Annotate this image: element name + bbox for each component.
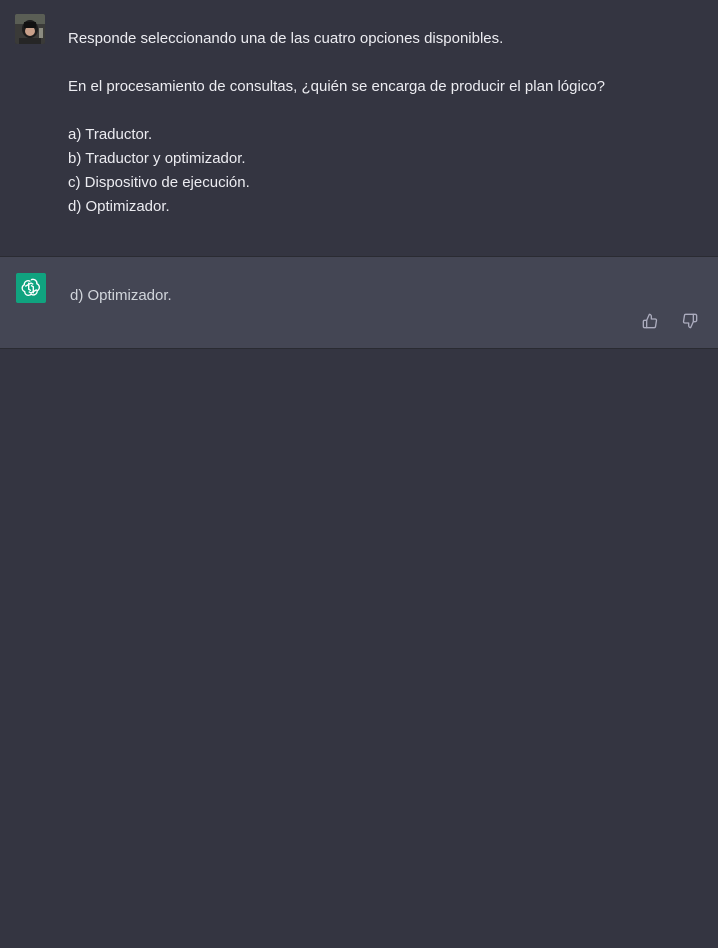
thumbs-up-button[interactable] xyxy=(640,311,660,331)
user-avatar xyxy=(15,14,45,44)
option-c: c) Dispositivo de ejecución. xyxy=(68,174,250,191)
assistant-message-text: d) Optimizador. xyxy=(70,287,172,304)
thumbs-down-icon xyxy=(682,313,698,329)
option-b: b) Traductor y optimizador. xyxy=(68,150,246,167)
option-d: d) Optimizador. xyxy=(68,198,170,215)
chat-thread: Responde seleccionando una de las cuatro… xyxy=(0,0,718,948)
user-message: Responde seleccionando una de las cuatro… xyxy=(0,0,718,257)
thumbs-down-button[interactable] xyxy=(680,311,700,331)
user-message-text: Responde seleccionando una de las cuatro… xyxy=(68,27,688,219)
openai-logo-icon xyxy=(21,278,41,297)
question-text: En el procesamiento de consultas, ¿quién… xyxy=(68,78,605,95)
assistant-avatar xyxy=(16,273,46,303)
option-a: a) Traductor. xyxy=(68,126,153,143)
user-avatar-photo xyxy=(15,14,45,44)
thumbs-up-icon xyxy=(642,313,658,329)
instruction-text: Responde seleccionando una de las cuatro… xyxy=(68,30,504,47)
